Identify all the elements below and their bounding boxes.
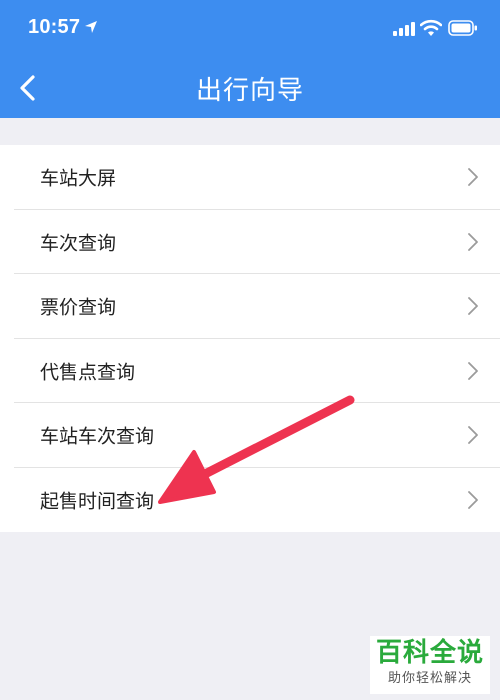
menu-item-sale-time-query[interactable]: 起售时间查询	[0, 468, 500, 533]
location-arrow-icon	[85, 21, 97, 33]
signal-icon	[393, 22, 415, 36]
watermark-title: 百科全说	[375, 638, 484, 668]
battery-icon	[448, 20, 477, 36]
menu-item-label: 代售点查询	[40, 361, 136, 384]
wifi-icon	[420, 19, 442, 36]
chevron-right-icon	[468, 232, 478, 251]
menu-item-fare-query[interactable]: 票价查询	[0, 274, 500, 339]
chevron-right-icon	[468, 490, 478, 509]
menu-item-label: 车站大屏	[40, 167, 117, 190]
menu-item-label: 车站车次查询	[40, 425, 155, 448]
watermark-logo: 百科全说 助你轻松解决	[370, 636, 490, 694]
page-title: 出行向导	[195, 76, 304, 106]
status-time: 10:57	[28, 16, 81, 38]
menu-item-label: 车次查询	[40, 232, 117, 255]
menu-item-train-number-query[interactable]: 车次查询	[0, 210, 500, 274]
menu-item-agency-query[interactable]: 代售点查询	[0, 339, 500, 403]
navigation-header: 10:57 出行向导	[0, 0, 500, 118]
menu-item-station-screen[interactable]: 车站大屏	[0, 145, 500, 210]
chevron-right-icon	[468, 361, 478, 380]
menu-item-station-train-query[interactable]: 车站车次查询	[0, 403, 500, 468]
chevron-right-icon	[468, 297, 478, 316]
menu-item-label: 起售时间查询	[40, 490, 155, 513]
chevron-right-icon	[468, 168, 478, 187]
watermark-subtitle: 助你轻松解决	[387, 671, 472, 686]
chevron-right-icon	[468, 426, 478, 445]
travel-guide-menu: 车站大屏 车次查询 票价查询 代售点查询 车站车次查询 起售时间查询	[0, 145, 500, 532]
menu-item-label: 票价查询	[40, 296, 117, 319]
